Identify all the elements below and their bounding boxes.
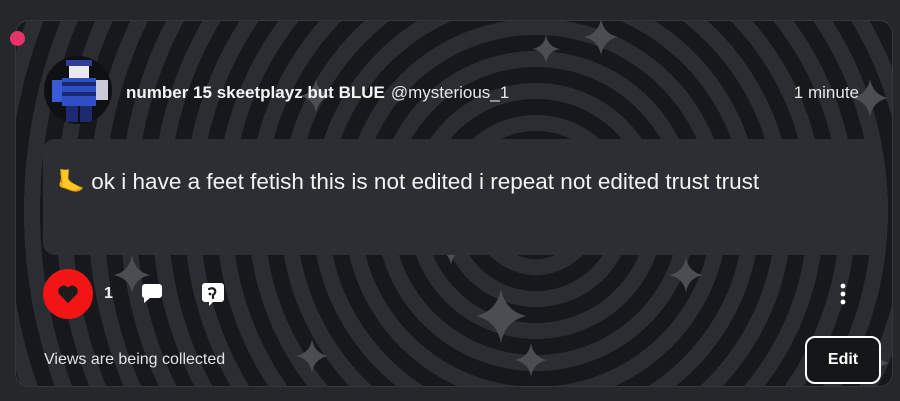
avatar[interactable]	[44, 56, 112, 124]
edit-button[interactable]: Edit	[805, 336, 881, 384]
avatar-character-icon	[52, 60, 108, 122]
sparkle-icon	[584, 21, 618, 55]
like-count: 1	[104, 285, 113, 302]
post-timestamp: 1 minute	[793, 83, 859, 102]
notification-dot	[10, 31, 25, 46]
like-button[interactable]	[43, 269, 93, 319]
user-handle[interactable]: @mysterious_1	[391, 83, 509, 103]
sparkle-icon	[532, 35, 560, 63]
post-header: number 15 skeetplayz but BLUE @mysteriou…	[126, 83, 859, 103]
post-card: number 15 skeetplayz but BLUE @mysteriou…	[15, 20, 893, 387]
sparkle-icon	[476, 289, 526, 343]
views-status: Views are being collected	[44, 351, 226, 368]
post-content-bubble: 🦶 ok i have a feet fetish this is not ed…	[43, 139, 882, 255]
comment-button[interactable]	[140, 281, 164, 310]
speech-bubble-icon	[141, 284, 162, 303]
kebab-menu-icon	[840, 283, 846, 305]
sparkle-icon	[296, 339, 328, 373]
quote-share-icon	[202, 283, 224, 306]
post-text: 🦶 ok i have a feet fetish this is not ed…	[57, 163, 862, 200]
more-options-button[interactable]	[838, 283, 848, 310]
heart-icon	[58, 285, 78, 304]
foot-emoji: 🦶	[57, 169, 86, 194]
sparkle-icon	[515, 343, 547, 377]
post-body: ok i have a feet fetish this is not edit…	[91, 169, 760, 194]
share-button[interactable]	[201, 281, 225, 312]
sparkle-icon	[669, 257, 703, 293]
username[interactable]: number 15 skeetplayz but BLUE	[126, 83, 385, 103]
